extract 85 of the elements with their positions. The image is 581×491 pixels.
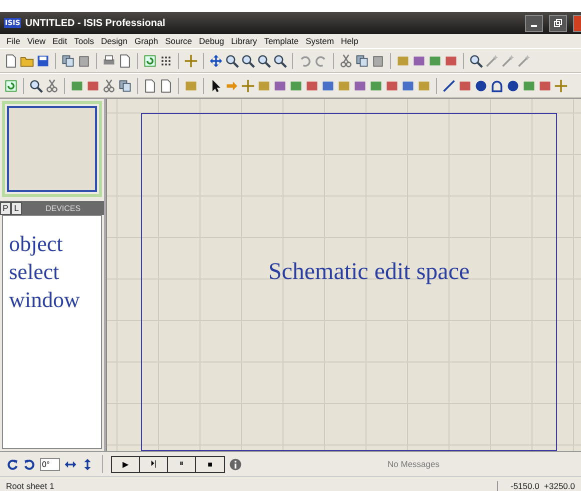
restore-button[interactable] bbox=[549, 14, 567, 32]
block-icon[interactable] bbox=[305, 78, 319, 92]
circle-icon[interactable] bbox=[474, 78, 488, 92]
undo-icon[interactable] bbox=[298, 54, 312, 68]
zoom-icon[interactable] bbox=[469, 54, 483, 68]
message-text: No Messages bbox=[386, 459, 440, 469]
block-icon[interactable] bbox=[385, 78, 399, 92]
menu-item[interactable]: Template bbox=[260, 36, 302, 46]
menu-item[interactable]: Library bbox=[228, 36, 261, 46]
copy-icon[interactable] bbox=[118, 78, 132, 92]
menu-item[interactable]: Design bbox=[97, 36, 131, 46]
info-icon bbox=[229, 458, 242, 470]
printer-icon[interactable] bbox=[102, 54, 116, 68]
selector-tab[interactable]: P bbox=[0, 202, 11, 214]
scissors-icon[interactable] bbox=[102, 78, 116, 92]
block-icon[interactable] bbox=[273, 78, 287, 92]
circle-icon[interactable] bbox=[506, 78, 520, 92]
minimize-button[interactable] bbox=[525, 14, 543, 32]
zoom-icon[interactable] bbox=[273, 54, 287, 68]
zoom-icon[interactable] bbox=[29, 78, 43, 92]
block-icon[interactable] bbox=[257, 78, 271, 92]
object-selector-caption: object select window bbox=[9, 230, 81, 314]
grid-icon[interactable] bbox=[159, 54, 173, 68]
rotation-field[interactable]: 0° bbox=[40, 458, 60, 470]
crosshair-icon[interactable] bbox=[184, 54, 198, 68]
page-icon[interactable] bbox=[143, 78, 157, 92]
save-icon[interactable] bbox=[36, 54, 50, 68]
menu-item[interactable]: View bbox=[24, 36, 49, 46]
block-icon[interactable] bbox=[353, 78, 367, 92]
menu-item[interactable]: Tools bbox=[70, 36, 98, 46]
menu-item[interactable]: System bbox=[302, 36, 338, 46]
block-icon[interactable] bbox=[396, 54, 410, 68]
menu-item[interactable]: File bbox=[3, 36, 24, 46]
block-icon[interactable] bbox=[412, 54, 426, 68]
line-icon[interactable] bbox=[442, 78, 456, 92]
redo-icon[interactable] bbox=[314, 54, 328, 68]
block-icon[interactable] bbox=[458, 78, 472, 92]
rotate-clockwise-icon[interactable] bbox=[6, 458, 19, 470]
wand-icon[interactable] bbox=[501, 54, 515, 68]
zoom-icon[interactable] bbox=[257, 54, 271, 68]
cursor-coordinates: -5150.0 +3250.0 bbox=[497, 481, 581, 491]
block-icon[interactable] bbox=[321, 78, 335, 92]
crosshair-icon[interactable] bbox=[554, 78, 568, 92]
scissors-icon[interactable] bbox=[339, 54, 353, 68]
restore-icon[interactable] bbox=[553, 18, 563, 28]
move-icon[interactable] bbox=[209, 54, 223, 68]
menu-item[interactable]: Debug bbox=[196, 36, 228, 46]
block-icon[interactable] bbox=[70, 78, 84, 92]
menu-item[interactable]: Help bbox=[337, 36, 362, 46]
block-icon[interactable] bbox=[417, 78, 431, 92]
block-icon[interactable] bbox=[184, 78, 198, 92]
refresh-icon[interactable] bbox=[4, 78, 18, 92]
paste-icon[interactable] bbox=[77, 54, 91, 68]
canvas-caption: Schematic edit space bbox=[268, 258, 470, 286]
close-button[interactable] bbox=[573, 14, 581, 32]
zoom-icon[interactable] bbox=[225, 54, 239, 68]
menu-item[interactable]: Graph bbox=[130, 36, 162, 46]
page-icon[interactable] bbox=[4, 54, 18, 68]
refresh-icon[interactable] bbox=[143, 54, 157, 68]
menu-item[interactable]: Source bbox=[162, 36, 196, 46]
arc-icon[interactable] bbox=[490, 78, 504, 92]
page-icon[interactable] bbox=[118, 54, 132, 68]
paste-icon[interactable] bbox=[371, 54, 385, 68]
block-icon[interactable] bbox=[337, 78, 351, 92]
block-icon[interactable] bbox=[86, 78, 100, 92]
block-icon[interactable] bbox=[289, 78, 303, 92]
zoom-icon[interactable] bbox=[241, 54, 255, 68]
window-title: UNTITLED - ISIS Professional bbox=[25, 18, 166, 28]
block-icon[interactable] bbox=[428, 54, 442, 68]
block-icon[interactable] bbox=[538, 78, 552, 92]
copy-icon[interactable] bbox=[355, 54, 369, 68]
crosshair-icon[interactable] bbox=[241, 78, 255, 92]
wand-icon[interactable] bbox=[517, 54, 531, 68]
block-icon[interactable] bbox=[444, 54, 458, 68]
scissors-icon[interactable] bbox=[45, 78, 59, 92]
copy-icon[interactable] bbox=[61, 54, 75, 68]
sheet-name: Root sheet 1 bbox=[5, 481, 56, 491]
block-icon[interactable] bbox=[401, 78, 415, 92]
selector-title: DEVICES bbox=[44, 204, 82, 212]
rotate-anticlockwise-icon[interactable] bbox=[23, 458, 36, 470]
selector-tab[interactable]: L bbox=[11, 202, 22, 214]
menu-item[interactable]: Edit bbox=[48, 36, 71, 46]
block-icon[interactable] bbox=[369, 78, 383, 92]
page-icon[interactable] bbox=[159, 78, 173, 92]
schematic-canvas[interactable]: Schematic edit space bbox=[106, 99, 581, 451]
